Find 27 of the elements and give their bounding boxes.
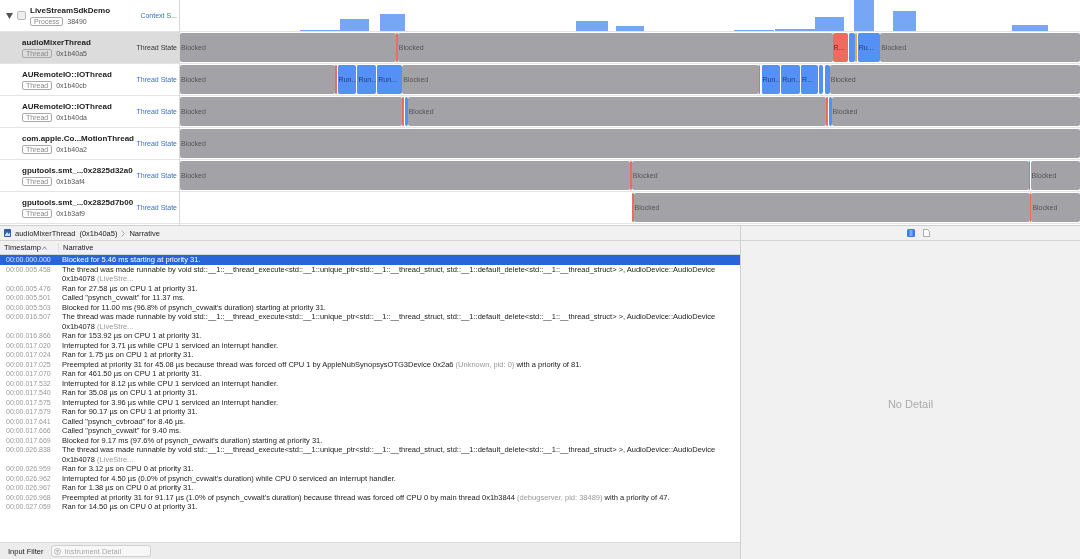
disclosure-triangle-icon[interactable] [6, 12, 13, 19]
sort-caret-icon [41, 245, 47, 250]
chevron-icon [121, 229, 126, 237]
thread-state-segment[interactable] [1029, 193, 1032, 222]
document-icon[interactable] [922, 229, 930, 237]
thread-state-segment[interactable] [758, 65, 761, 94]
thread-name: com.apple.Co...MotionThread [22, 133, 135, 143]
thread-state-segment[interactable] [818, 65, 824, 94]
thread-state-segment[interactable] [1028, 161, 1031, 190]
thread-state-segment[interactable] [404, 97, 408, 126]
thread-name: AURemoteIO::IOThread [22, 101, 113, 111]
extended-detail-icon[interactable] [906, 229, 915, 237]
thread-state-segment[interactable] [631, 193, 634, 222]
thread-name: AURemoteIO::IOThread [22, 69, 113, 79]
thread-state-segment[interactable] [402, 97, 405, 126]
thread-state-segment[interactable] [847, 33, 855, 62]
empty-detail-message: No Detail [886, 398, 935, 410]
thread-name: gputools.smt_...0x2825d7b00 [22, 197, 135, 207]
process-name: LiveStreamSdkDemo [30, 5, 112, 15]
thread-state-segment[interactable] [334, 65, 337, 94]
thread-state-segment[interactable] [823, 65, 830, 94]
filter-icon [54, 547, 62, 555]
thread-name: gputools.smt_...0x2825d32a0 [22, 165, 134, 175]
thread-icon [4, 229, 11, 237]
app-icon [17, 11, 26, 20]
thread-state-segment[interactable] [828, 97, 832, 126]
thread-name: audioMixerThread [22, 37, 92, 47]
